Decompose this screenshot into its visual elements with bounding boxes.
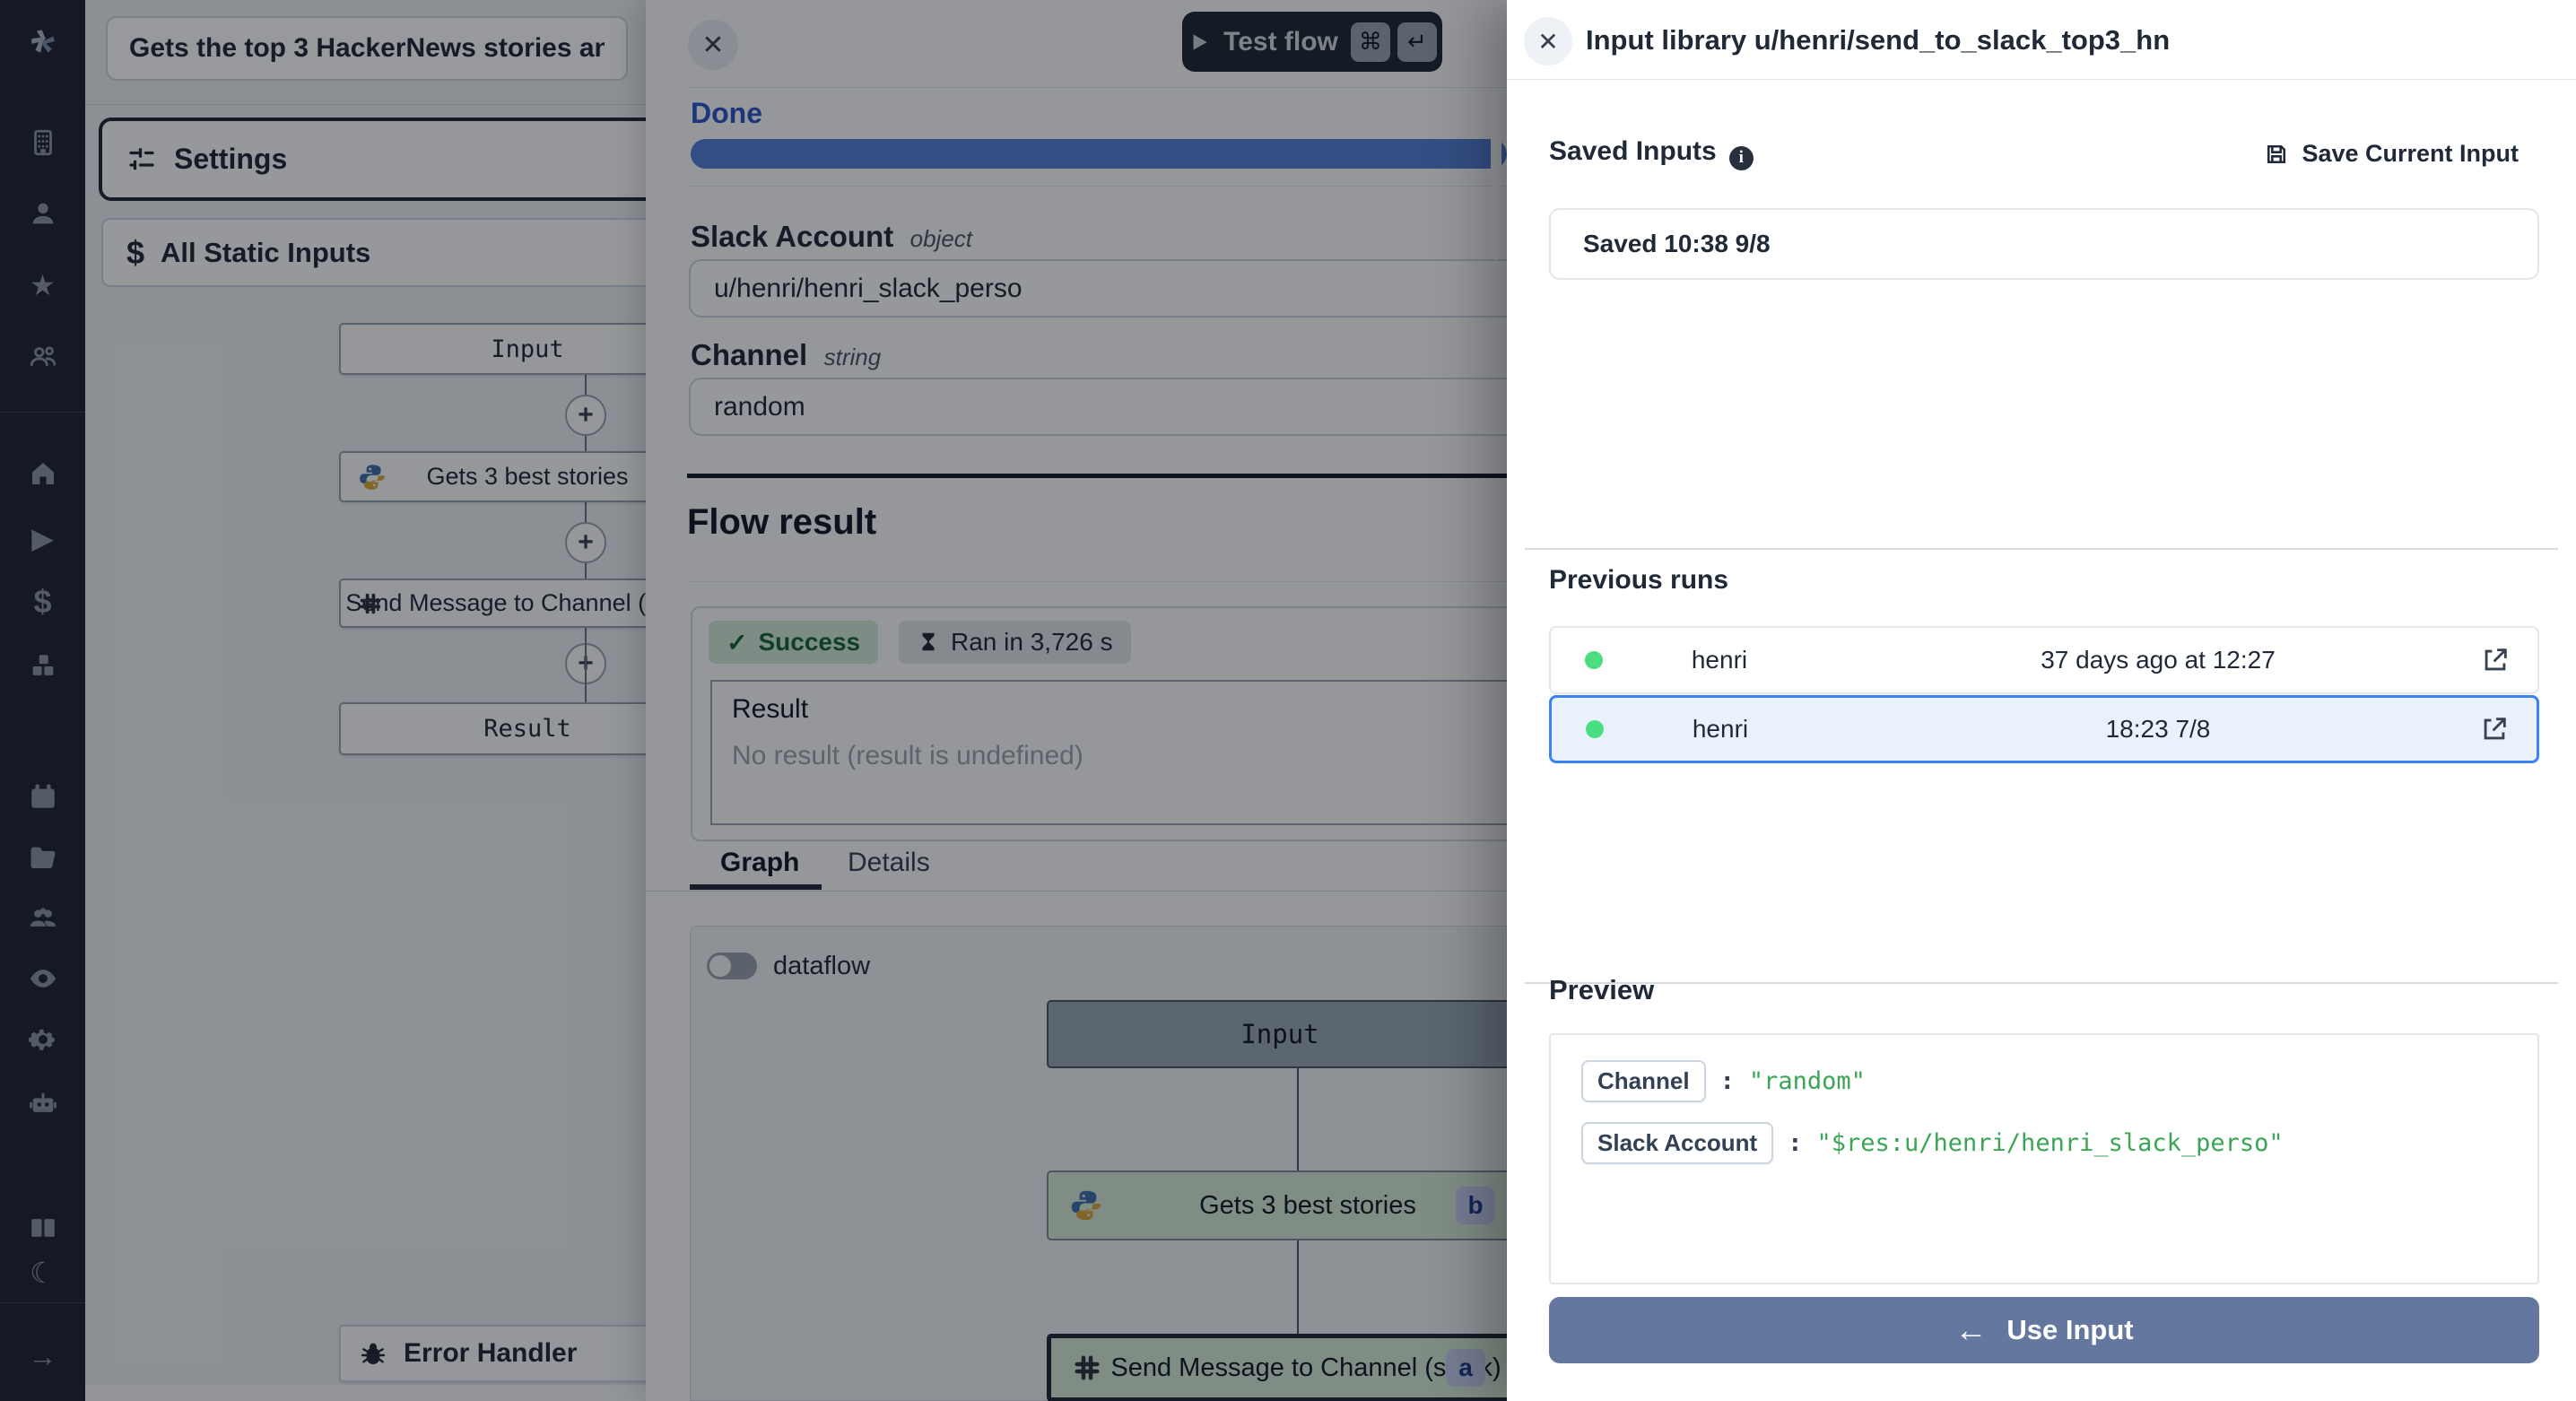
save-current-input-label: Save Current Input <box>2302 140 2519 168</box>
saved-inputs-heading-row: Saved Inputs i <box>1549 136 1754 168</box>
previous-run-row-selected[interactable]: henri 18:23 7/8 <box>1549 695 2539 763</box>
info-icon[interactable]: i <box>1729 146 1754 170</box>
preview-entry: Slack Account : "$res:u/henri/henri_slac… <box>1581 1122 2507 1164</box>
open-run-external-link-icon[interactable] <box>2480 645 2511 675</box>
divider <box>1525 982 2558 984</box>
run-time: 37 days ago at 12:27 <box>1836 646 2480 674</box>
save-icon <box>2264 142 2289 167</box>
run-user: henri <box>1604 715 1837 744</box>
previous-runs-heading: Previous runs <box>1549 565 1728 596</box>
colon: : <box>1720 1067 1735 1095</box>
input-library-drawer: ✕ Input library u/henri/send_to_slack_to… <box>1507 0 2576 1401</box>
preview-value: "$res:u/henri/henri_slack_perso" <box>1816 1129 2283 1157</box>
close-library-button[interactable]: ✕ <box>1524 17 1572 65</box>
success-dot-icon <box>1586 720 1604 738</box>
saved-entry-label: Saved 10:38 9/8 <box>1583 230 1771 258</box>
open-run-external-link-icon[interactable] <box>2479 714 2510 744</box>
close-icon: ✕ <box>1537 27 1558 57</box>
saved-inputs-heading: Saved Inputs <box>1549 136 1717 166</box>
use-input-label: Use Input <box>2006 1314 2133 1346</box>
library-title: Input library u/henri/send_to_slack_top3… <box>1586 24 2170 57</box>
run-time: 18:23 7/8 <box>1837 715 2479 744</box>
colon: : <box>1788 1129 1802 1157</box>
previous-run-row[interactable]: henri 37 days ago at 12:27 <box>1549 626 2539 694</box>
use-input-button[interactable]: ← Use Input <box>1549 1297 2539 1363</box>
success-dot-icon <box>1585 651 1603 669</box>
preview-heading: Preview <box>1549 974 1654 1006</box>
divider <box>1525 548 2558 550</box>
arrow-left-icon: ← <box>1954 1311 1987 1349</box>
preview-key-chip: Channel <box>1581 1060 1706 1102</box>
run-user: henri <box>1603 646 1836 674</box>
save-current-input-button[interactable]: Save Current Input <box>2264 140 2519 168</box>
preview-entry: Channel : "random" <box>1581 1060 2507 1102</box>
modal-dim-overlay[interactable] <box>0 0 1507 1401</box>
preview-box: Channel : "random" Slack Account : "$res… <box>1549 1033 2539 1284</box>
library-header: ✕ Input library u/henri/send_to_slack_to… <box>1507 0 2576 80</box>
preview-key-chip: Slack Account <box>1581 1122 1773 1164</box>
preview-value: "random" <box>1749 1067 1866 1095</box>
saved-input-entry[interactable]: Saved 10:38 9/8 <box>1549 208 2539 280</box>
